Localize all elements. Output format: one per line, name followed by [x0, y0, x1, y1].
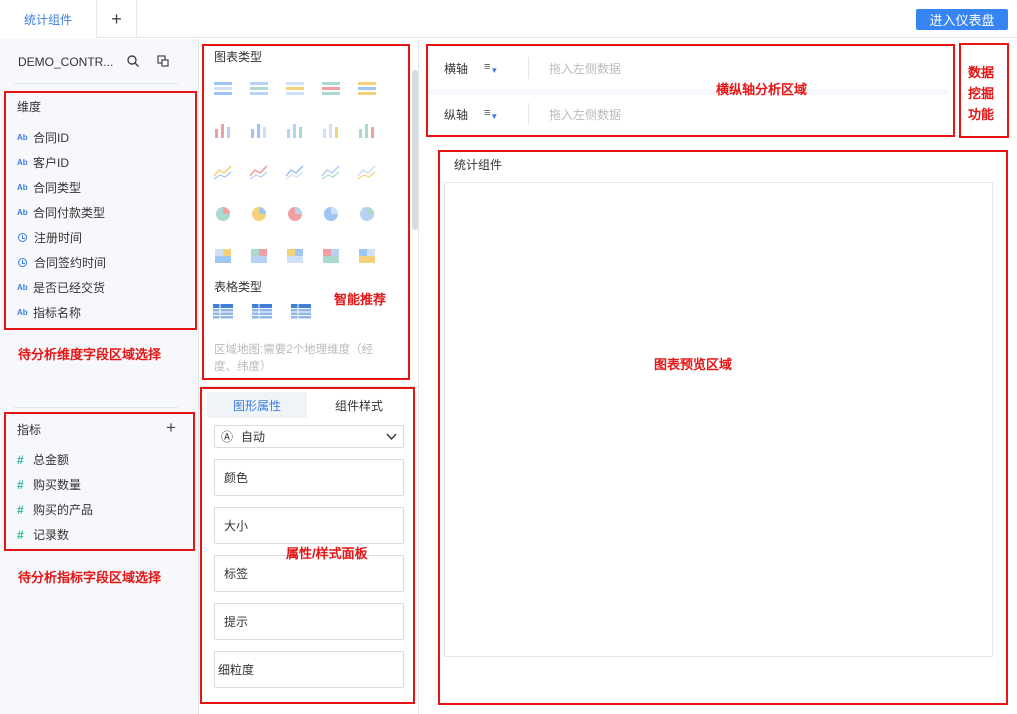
add-tab-button[interactable]: + — [97, 0, 137, 38]
annotation-box-axes — [426, 44, 955, 137]
mining-line-2: 挖掘 — [968, 86, 995, 101]
search-icon[interactable] — [126, 54, 140, 68]
top-bar — [0, 0, 1017, 38]
datasource-name[interactable]: DEMO_CONTR... — [18, 55, 113, 69]
switch-dataset-icon[interactable] — [156, 54, 170, 68]
divider — [14, 83, 178, 84]
annotation-box-preview — [438, 150, 1008, 705]
mining-line-1: 数据 — [968, 65, 995, 80]
annotation-dimension-area: 待分析维度字段区域选择 — [18, 347, 162, 362]
mining-line-3: 功能 — [968, 107, 995, 122]
annotation-axis-area: 横纵轴分析区域 — [716, 82, 808, 97]
annotation-data-mining: 数据 挖掘 功能 — [968, 62, 1002, 125]
divider — [14, 407, 178, 408]
annotation-preview-area: 图表预览区域 — [654, 357, 733, 372]
tab-stat-component[interactable]: 统计组件 — [0, 0, 97, 38]
annotation-metric-area: 待分析指标字段区域选择 — [18, 570, 162, 585]
annotation-smart-recommend: 智能推荐 — [334, 292, 387, 307]
annotation-box-metrics — [4, 412, 195, 551]
scrollbar[interactable] — [412, 70, 418, 230]
annotation-box-chart-types — [202, 44, 410, 380]
annotation-box-dimensions — [4, 91, 197, 330]
enter-dashboard-button[interactable]: 进入仪表盘 — [916, 9, 1008, 30]
annotation-property-panel: 属性/样式面板 — [286, 546, 368, 561]
